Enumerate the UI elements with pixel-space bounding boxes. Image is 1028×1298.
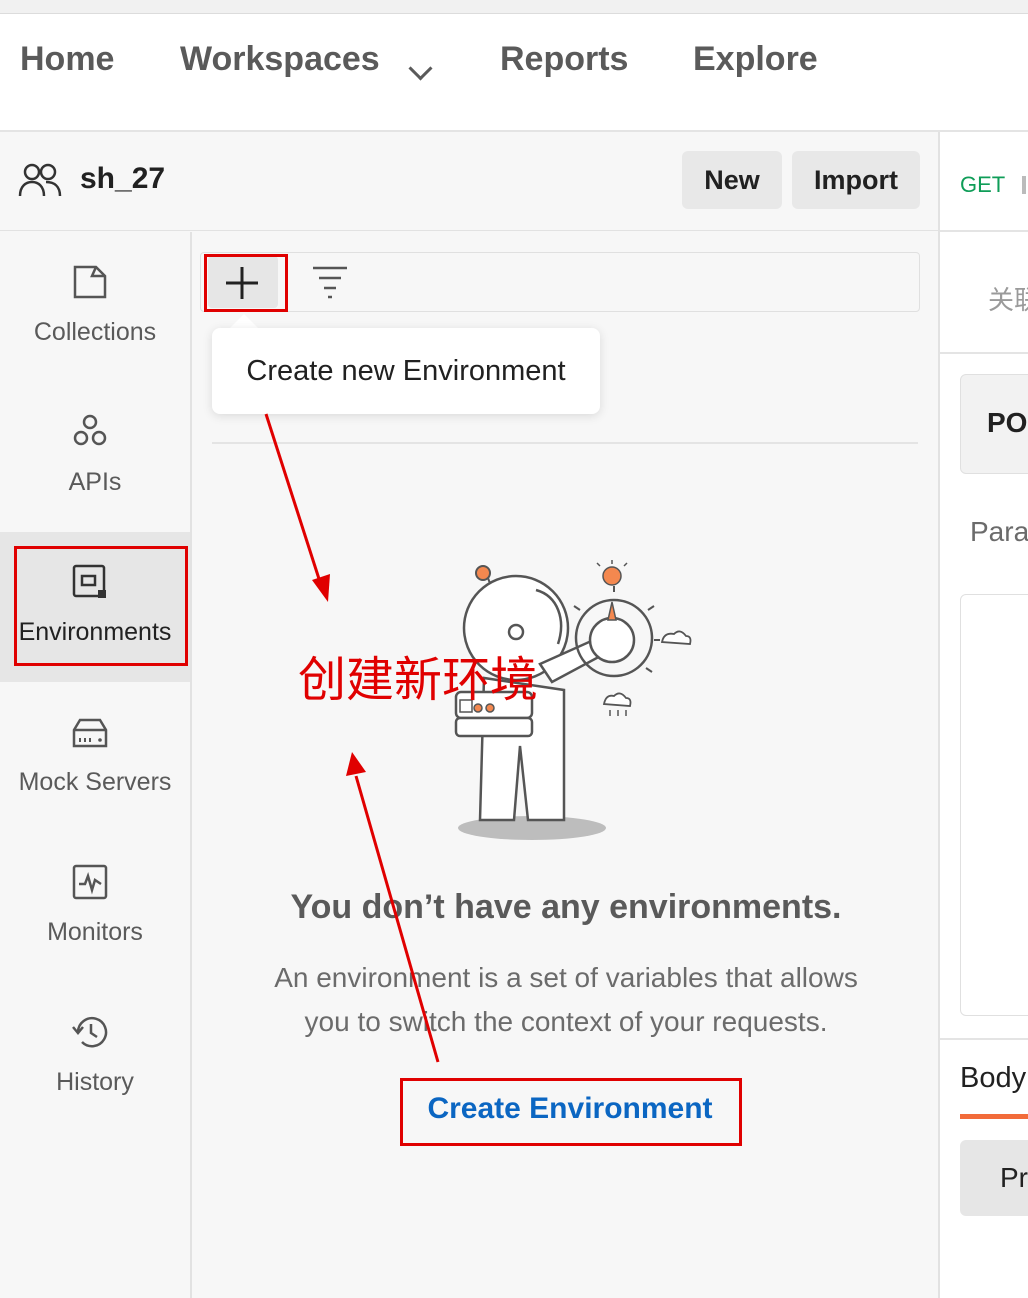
request-pane: GET 关联 PO Para Body Pr <box>940 132 1028 1298</box>
tab-partial[interactable]: 关联 <box>988 280 1028 317</box>
pretty-button[interactable]: Pr <box>960 1140 1028 1216</box>
method-select-label: PO <box>987 407 1028 438</box>
arrow-head-icon <box>312 574 330 602</box>
pane-header-divider <box>940 230 1028 232</box>
pretty-button-label: Pr <box>1000 1162 1028 1193</box>
method-select[interactable]: PO <box>960 374 1028 474</box>
active-tab-underline <box>960 1114 1028 1119</box>
tab-divider <box>940 352 1028 354</box>
annotation-label: 创建新环境 <box>298 654 539 707</box>
request-name-partial <box>1022 176 1026 194</box>
editor-area[interactable] <box>960 594 1028 1016</box>
body-tab[interactable]: Body <box>960 1062 1026 1095</box>
arrow-head-icon <box>346 752 366 776</box>
params-tab[interactable]: Para <box>970 516 1028 548</box>
response-divider <box>940 1038 1028 1040</box>
request-method-label[interactable]: GET <box>960 172 1005 198</box>
